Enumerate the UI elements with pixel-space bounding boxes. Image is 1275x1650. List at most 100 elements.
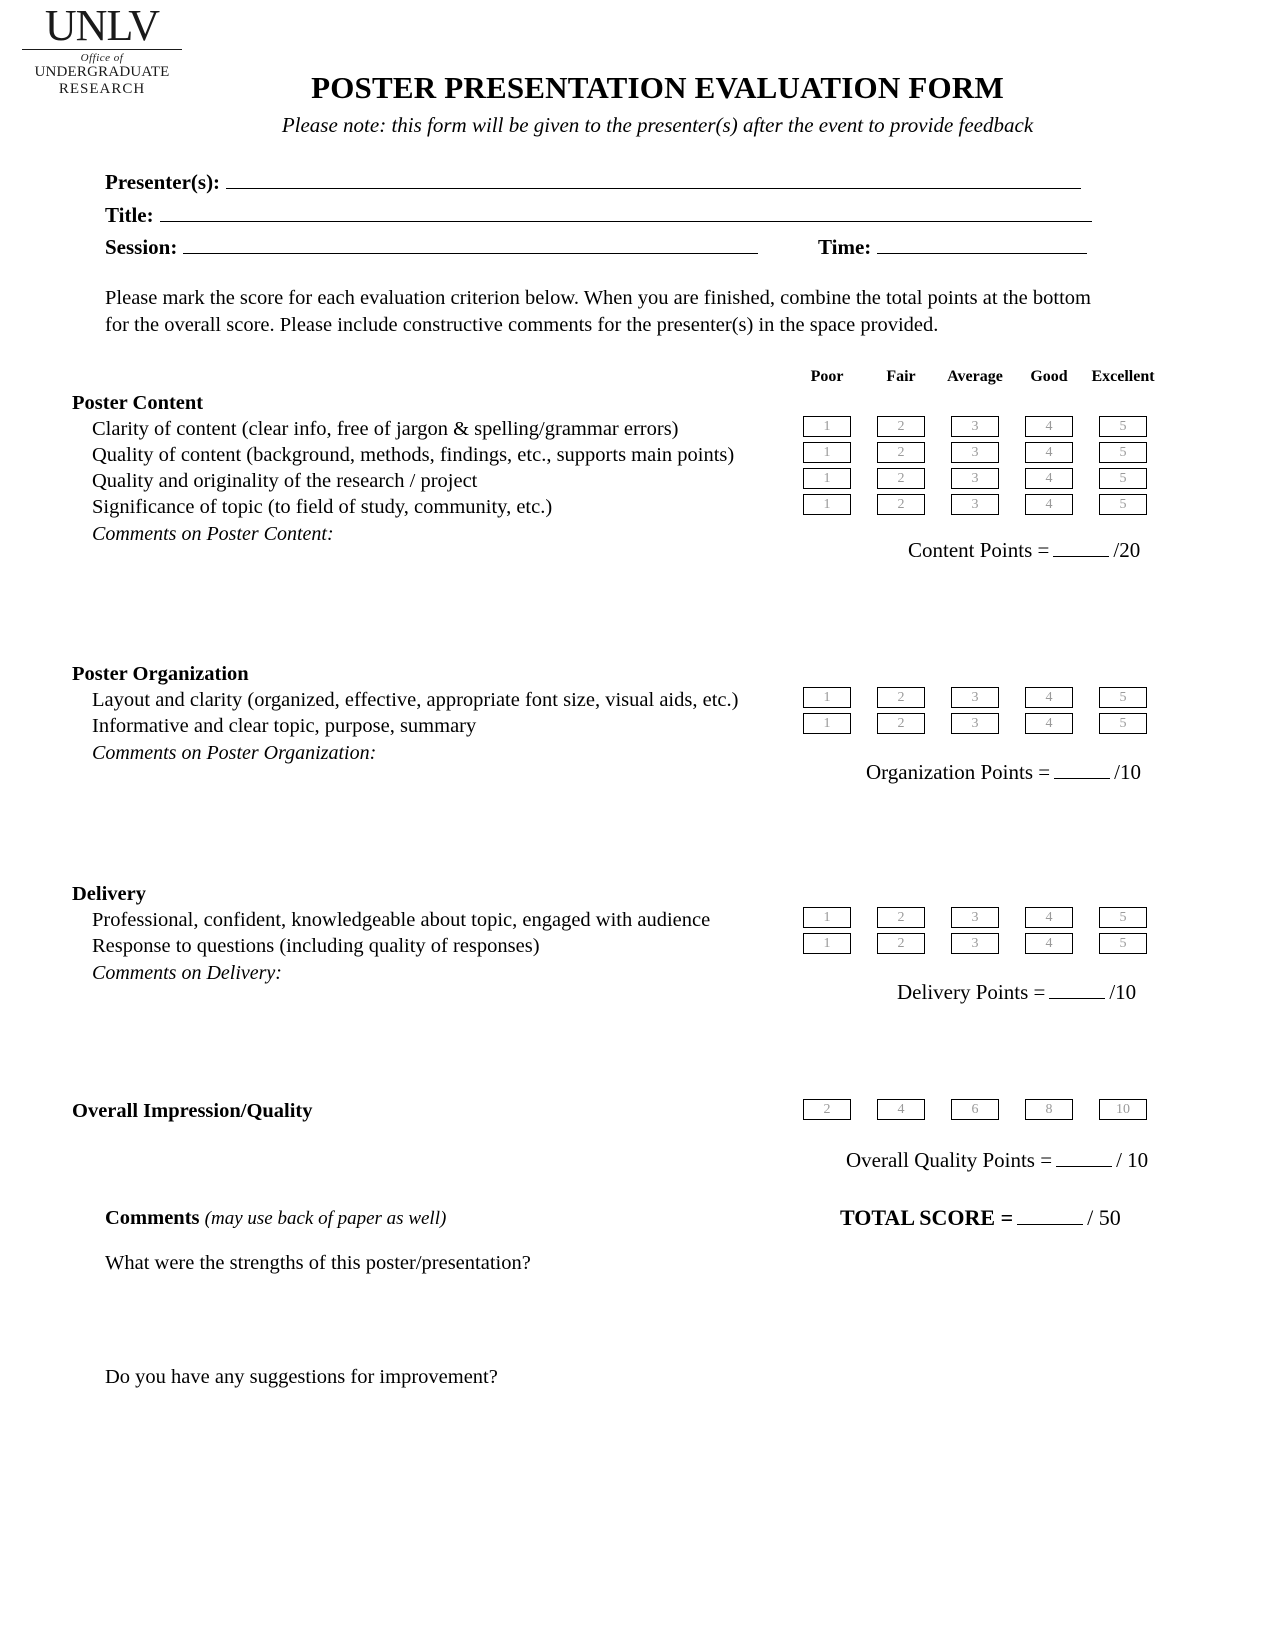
score-cell: 5 [1086,713,1160,734]
time-input[interactable] [877,233,1088,254]
score-cell: 4 [1012,687,1086,708]
session-field-row: Session: [105,233,759,260]
overall-quality-points-input[interactable] [1056,1149,1113,1167]
score-cell: 3 [938,442,1012,463]
score-box-1[interactable]: 1 [803,494,851,515]
score-cell: 1 [790,468,864,489]
section-points-max: /10 [1109,980,1137,1004]
section-delivery: Delivery Professional, confident, knowled… [72,883,1172,986]
criteria-2-1-score-boxes: 1 2 3 4 5 [790,933,1160,954]
score-box-2[interactable]: 2 [877,468,925,489]
score-cell: 2 [864,713,938,734]
criteria-label: Response to questions (including quality… [92,935,540,957]
score-cell: 3 [938,494,1012,515]
score-box-4[interactable]: 4 [1025,933,1073,954]
score-cell: 8 [1012,1099,1086,1120]
overall-score-box-4[interactable]: 4 [877,1099,925,1120]
score-box-3[interactable]: 3 [951,442,999,463]
score-box-4[interactable]: 4 [1025,494,1073,515]
criteria-row: Response to questions (including quality… [72,933,1172,960]
score-box-4[interactable]: 4 [1025,416,1073,437]
overall-quality-points-max: / 10 [1116,1148,1149,1172]
criteria-label: Clarity of content (clear info, free of … [92,418,679,440]
overall-score-box-2[interactable]: 2 [803,1099,851,1120]
score-box-3[interactable]: 3 [951,494,999,515]
section-points-input[interactable] [1049,981,1106,999]
score-box-5[interactable]: 5 [1099,442,1147,463]
score-box-5[interactable]: 5 [1099,713,1147,734]
score-box-1[interactable]: 1 [803,933,851,954]
score-box-4[interactable]: 4 [1025,907,1073,928]
score-box-3[interactable]: 3 [951,416,999,437]
total-score-max: / 50 [1087,1205,1121,1230]
scale-header-fair: Fair [886,368,916,385]
score-box-1[interactable]: 1 [803,442,851,463]
score-cell: 5 [1086,468,1160,489]
score-box-2[interactable]: 2 [877,933,925,954]
section-points-max: /20 [1113,538,1141,562]
score-box-4[interactable]: 4 [1025,442,1073,463]
section-poster-content: Poster Content Clarity of content (clear … [72,392,1172,547]
score-box-1[interactable]: 1 [803,687,851,708]
score-cell: 4 [1012,468,1086,489]
score-cell: 1 [790,713,864,734]
overall-score-box-10[interactable]: 10 [1099,1099,1147,1120]
session-input[interactable] [183,233,759,254]
score-cell: 1 [790,416,864,437]
score-box-2[interactable]: 2 [877,442,925,463]
score-box-5[interactable]: 5 [1099,933,1147,954]
section-points-input[interactable] [1054,761,1111,779]
total-score-input[interactable] [1017,1207,1084,1225]
score-box-2[interactable]: 2 [877,494,925,515]
score-box-5[interactable]: 5 [1099,494,1147,515]
score-box-5[interactable]: 5 [1099,687,1147,708]
section-poster-organization: Poster Organization Layout and clarity (o… [72,663,1172,766]
score-box-2[interactable]: 2 [877,713,925,734]
score-box-3[interactable]: 3 [951,687,999,708]
section-title: Delivery [72,883,146,905]
score-box-5[interactable]: 5 [1099,907,1147,928]
score-box-4[interactable]: 4 [1025,713,1073,734]
scale-header-excellent: Excellent [1091,368,1155,385]
criteria-row: Professional, confident, knowledgeable a… [72,907,1172,934]
score-box-1[interactable]: 1 [803,416,851,437]
title-field-row: Title: [105,201,1110,228]
criteria-0-3-score-boxes: 1 2 3 4 5 [790,494,1160,515]
score-cell: 2 [864,468,938,489]
score-box-3[interactable]: 3 [951,468,999,489]
score-box-2[interactable]: 2 [877,687,925,708]
score-cell: 5 [1086,687,1160,708]
logo-office-text: Office of [80,52,124,64]
overall-score-box-6[interactable]: 6 [951,1099,999,1120]
score-box-3[interactable]: 3 [951,907,999,928]
score-box-3[interactable]: 3 [951,713,999,734]
score-box-3[interactable]: 3 [951,933,999,954]
overall-score-box-8[interactable]: 8 [1025,1099,1073,1120]
score-box-4[interactable]: 4 [1025,468,1073,489]
score-cell: 5 [1086,907,1160,928]
criteria-row: Significance of topic (to field of study… [72,494,1172,521]
criteria-label: Quality of content (background, methods,… [92,444,735,466]
section-points-line: Content Points = /20 [908,538,1140,563]
score-box-5[interactable]: 5 [1099,416,1147,437]
section-points-max: /10 [1114,760,1141,784]
score-cell: 2 [864,494,938,515]
score-box-1[interactable]: 1 [803,907,851,928]
score-cell: 3 [938,907,1012,928]
criteria-1-1-score-boxes: 1 2 3 4 5 [790,713,1160,734]
section-points-label: Delivery Points = [897,980,1046,1004]
presenter-input[interactable] [226,168,1082,189]
score-cell: 3 [938,468,1012,489]
score-box-2[interactable]: 2 [877,416,925,437]
presenter-label: Presenter(s): [105,170,221,194]
title-input[interactable] [159,201,1092,222]
score-box-5[interactable]: 5 [1099,468,1147,489]
criteria-row: Informative and clear topic, purpose, su… [72,713,1172,740]
criteria-label: Quality and originality of the research … [92,470,478,492]
score-box-4[interactable]: 4 [1025,687,1073,708]
score-box-1[interactable]: 1 [803,713,851,734]
score-cell: 2 [864,416,938,437]
section-points-input[interactable] [1053,539,1110,557]
score-box-2[interactable]: 2 [877,907,925,928]
score-box-1[interactable]: 1 [803,468,851,489]
